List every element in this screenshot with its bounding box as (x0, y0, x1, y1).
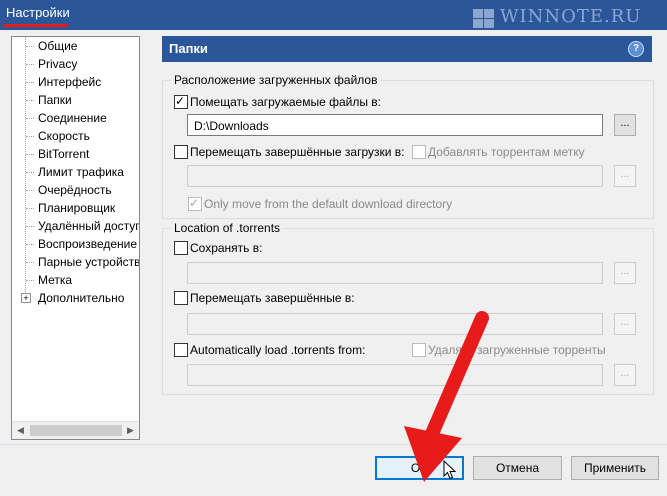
tree-item[interactable]: + Дополнительно (12, 290, 139, 307)
window-title: Настройки (6, 5, 70, 20)
footer-divider (0, 444, 667, 445)
autoload-torrents-checkbox[interactable] (174, 343, 188, 357)
panel-header: Папки ? (162, 36, 652, 62)
move-completed-label: Перемещать завершённые загрузки в: (190, 145, 405, 159)
only-move-default-checkbox (188, 195, 202, 211)
store-torrents-checkbox[interactable] (174, 241, 188, 255)
tree-connector (26, 172, 34, 173)
tree-item[interactable]: Папки (12, 92, 139, 109)
tree-item-label: Удалённый доступ (38, 219, 140, 233)
browse-autoload-button: ... (614, 364, 636, 386)
tree-item-label: Соединение (38, 111, 107, 125)
tree-connector (26, 280, 34, 281)
tree-item-label: Privacy (38, 57, 78, 71)
tree-item[interactable]: Воспроизведение (12, 236, 139, 253)
windows-logo-icon (473, 9, 497, 31)
tree-item[interactable]: Планировщик (12, 200, 139, 217)
mouse-cursor-icon (443, 460, 457, 480)
tree-item-label: Папки (36, 92, 74, 109)
only-move-default-label: Only move from the default download dire… (204, 197, 453, 211)
tree-connector (26, 136, 34, 137)
tree-connector (26, 226, 34, 227)
tree-connector (26, 82, 34, 83)
tree-item-label: Интерфейс (38, 75, 102, 89)
tree-connector (26, 64, 34, 65)
tree-item[interactable]: Соединение (12, 110, 139, 127)
title-bar: Настройки WINNOTE.RU (0, 0, 667, 30)
tree-connector (26, 46, 34, 47)
scroll-left-icon[interactable]: ◀ (12, 422, 29, 439)
tree-connector (26, 100, 34, 101)
put-new-files-checkbox[interactable] (174, 93, 188, 109)
tree-item[interactable]: Скорость (12, 128, 139, 145)
tree-item-label: Лимит трафика (38, 165, 124, 179)
tree-item-label: Очерёдность (38, 183, 112, 197)
tree-item[interactable]: Интерфейс (12, 74, 139, 91)
tree-item[interactable]: BitTorrent (12, 146, 139, 163)
delete-loaded-checkbox (412, 343, 426, 357)
tree-connector (26, 208, 34, 209)
tree-item-label: Общие (38, 39, 78, 53)
add-label-label: Добавлять торрентам метку (428, 145, 585, 159)
autoload-torrents-label: Automatically load .torrents from: (190, 343, 366, 357)
store-torrents-path-input (187, 262, 603, 284)
tree-item-label: Метка (38, 273, 73, 287)
browse-move-completed-torrents-button: ... (614, 313, 636, 335)
tree-item[interactable]: Лимит трафика (12, 164, 139, 181)
tree-connector (26, 154, 34, 155)
move-completed-path-input (187, 165, 603, 187)
tree-item-label: Планировщик (38, 201, 116, 215)
delete-loaded-label: Удалять загруженные торренты (428, 343, 606, 357)
tree-connector (26, 244, 34, 245)
autoload-path-input (187, 364, 603, 386)
tree-item[interactable]: Парные устройства (12, 254, 139, 271)
move-completed-checkbox[interactable] (174, 145, 188, 159)
panel-title: Папки (169, 41, 208, 56)
scroll-right-icon[interactable]: ▶ (122, 422, 139, 439)
tree-connector (26, 190, 34, 191)
expand-icon[interactable]: + (21, 293, 31, 303)
tree-item[interactable]: Privacy (12, 56, 139, 73)
move-completed-torrents-checkbox[interactable] (174, 291, 188, 305)
group-title: Location of .torrents (171, 221, 284, 235)
tree-item-label: Дополнительно (38, 291, 125, 305)
settings-tree[interactable]: Общие Privacy Интерфейс Папки Соединение Скор… (11, 36, 140, 440)
store-torrents-label: Сохранять в: (190, 241, 263, 255)
put-new-files-label: Помещать загружаемые файлы в: (190, 95, 381, 109)
browse-download-path-button[interactable]: ... (614, 114, 636, 136)
cancel-button[interactable]: Отмена (473, 456, 562, 480)
tree-item-label: Парные устройства (38, 255, 140, 269)
tree-item[interactable]: Очерёдность (12, 182, 139, 199)
browse-store-torrents-button: ... (614, 262, 636, 284)
group-title: Расположение загруженных файлов (171, 73, 381, 87)
tree-item-label: BitTorrent (38, 147, 90, 161)
move-completed-torrents-label: Перемещать завершённые в: (190, 291, 355, 305)
move-completed-torrents-path-input (187, 313, 603, 335)
download-path-input[interactable]: D:\Downloads (187, 114, 603, 136)
tree-item[interactable]: Удалённый доступ (12, 218, 139, 235)
tree-item-label: Скорость (38, 129, 90, 143)
tree-item-label: Воспроизведение (38, 237, 138, 251)
scroll-thumb[interactable] (30, 425, 122, 436)
apply-button[interactable]: Применить (571, 456, 659, 480)
tree-horizontal-scrollbar[interactable]: ◀ ▶ (12, 421, 139, 439)
tree-item[interactable]: Метка (12, 272, 139, 289)
browse-move-completed-button: ... (614, 165, 636, 187)
add-label-checkbox (412, 145, 426, 159)
help-icon[interactable]: ? (628, 41, 644, 57)
title-underline-mark (3, 24, 68, 27)
tree-connector (26, 262, 34, 263)
tree-item[interactable]: Общие (12, 38, 139, 55)
watermark: WINNOTE.RU (500, 6, 642, 27)
tree-connector (26, 118, 34, 119)
